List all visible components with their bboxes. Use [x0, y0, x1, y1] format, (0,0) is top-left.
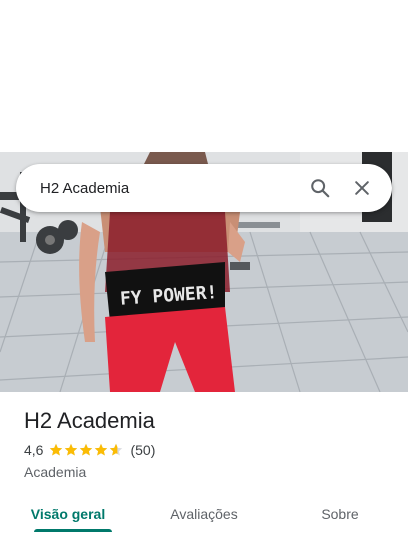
star-icon — [50, 443, 63, 456]
search-icon — [311, 179, 330, 198]
search-button[interactable] — [302, 170, 338, 206]
tab-label: Avaliações — [170, 506, 238, 522]
tab-label: Visão geral — [30, 506, 106, 522]
rating-row[interactable]: 4,6 (50) — [24, 440, 384, 460]
tab-label: Sobre — [321, 506, 359, 522]
review-count[interactable]: (50) — [130, 442, 155, 458]
tab-about[interactable]: Sobre — [272, 492, 408, 536]
place-info: H2 Academia 4,6 (50) Academia — [24, 406, 384, 482]
tab-overview[interactable]: Visão geral — [0, 492, 136, 536]
star-icon — [80, 443, 93, 456]
star-rating — [49, 443, 124, 457]
star-icon — [110, 443, 123, 456]
star-icon — [65, 443, 78, 456]
place-title: H2 Academia — [24, 408, 155, 433]
close-button[interactable] — [344, 170, 380, 206]
active-tab-indicator — [34, 529, 112, 532]
star-icon — [95, 443, 108, 456]
search-bar[interactable]: H2 Academia — [16, 164, 392, 212]
close-icon — [355, 181, 369, 195]
tab-reviews[interactable]: Avaliações — [136, 492, 272, 536]
rating-value: 4,6 — [24, 442, 44, 458]
blank-area — [0, 0, 408, 152]
tab-bar: Visão geral Avaliações Sobre — [0, 492, 408, 544]
search-input[interactable]: H2 Academia — [40, 180, 296, 197]
place-category[interactable]: Academia — [24, 462, 384, 482]
